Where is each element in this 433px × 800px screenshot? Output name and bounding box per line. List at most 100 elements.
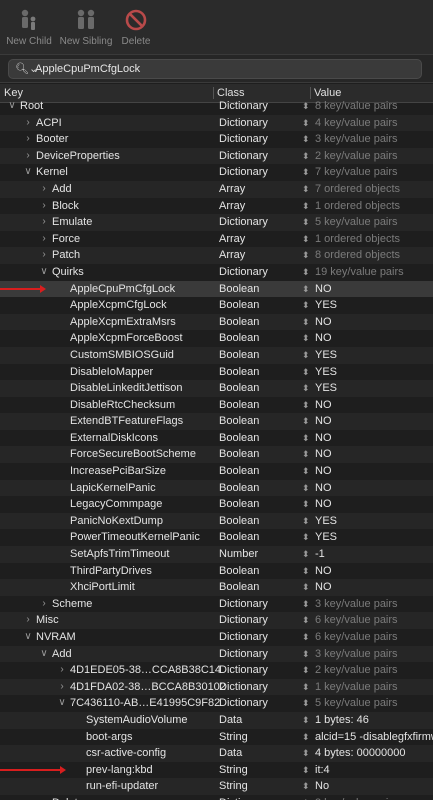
row-key[interactable]: Kernel bbox=[36, 164, 68, 181]
table-row[interactable]: IncreasePciBarSize Boolean ⬍ NO bbox=[0, 463, 433, 480]
table-row[interactable]: run-efi-updater String ⬍ No bbox=[0, 778, 433, 795]
row-value[interactable]: YES bbox=[315, 347, 337, 364]
disclosure-open-icon[interactable]: ∨ bbox=[6, 98, 18, 115]
search-input[interactable] bbox=[35, 61, 415, 76]
row-key[interactable]: IncreasePciBarSize bbox=[70, 463, 166, 480]
row-key[interactable]: NVRAM bbox=[36, 629, 76, 646]
row-key[interactable]: AppleCpuPmCfgLock bbox=[70, 281, 175, 298]
row-key[interactable]: LapicKernelPanic bbox=[70, 480, 156, 497]
row-value[interactable]: 4 bytes: 00000000 bbox=[315, 745, 406, 762]
row-class[interactable]: Boolean bbox=[219, 563, 259, 580]
table-row[interactable]: DisableRtcChecksum Boolean ⬍ NO bbox=[0, 397, 433, 414]
row-key[interactable]: Force bbox=[52, 231, 80, 248]
row-key[interactable]: DisableRtcChecksum bbox=[70, 397, 175, 414]
row-value[interactable]: YES bbox=[315, 513, 337, 530]
row-key[interactable]: Booter bbox=[36, 131, 68, 148]
table-row[interactable]: DisableIoMapper Boolean ⬍ YES bbox=[0, 364, 433, 381]
disclosure-closed-icon[interactable]: › bbox=[56, 662, 68, 679]
row-class[interactable]: Array bbox=[219, 198, 245, 215]
table-row[interactable]: SetApfsTrimTimeout Number ⬍ -1 bbox=[0, 546, 433, 563]
row-class[interactable]: Boolean bbox=[219, 297, 259, 314]
row-class[interactable]: Dictionary bbox=[219, 795, 268, 800]
row-key[interactable]: run-efi-updater bbox=[86, 778, 158, 795]
table-row[interactable]: LapicKernelPanic Boolean ⬍ NO bbox=[0, 479, 433, 497]
row-class[interactable]: Dictionary bbox=[219, 98, 268, 115]
row-class[interactable]: Data bbox=[219, 712, 242, 729]
row-key[interactable]: Quirks bbox=[52, 264, 84, 281]
disclosure-closed-icon[interactable]: › bbox=[22, 612, 34, 629]
row-key[interactable]: AppleXcpmCfgLock bbox=[70, 297, 167, 314]
table-row[interactable]: ExternalDiskIcons Boolean ⬍ NO bbox=[0, 430, 433, 447]
row-value[interactable]: 3 key/value pairs bbox=[315, 646, 398, 663]
row-key[interactable]: ThirdPartyDrives bbox=[70, 563, 152, 580]
row-class[interactable]: Boolean bbox=[219, 529, 259, 546]
table-row[interactable]: DisableLinkeditJettison Boolean ⬍ YES bbox=[0, 380, 433, 397]
row-class[interactable]: Boolean bbox=[219, 496, 259, 513]
row-class[interactable]: Dictionary bbox=[219, 695, 268, 712]
row-key[interactable]: LegacyCommpage bbox=[70, 496, 162, 513]
row-key[interactable]: Add bbox=[52, 646, 72, 663]
table-row[interactable]: ∨ Kernel Dictionary ⬍ 7 key/value pairs bbox=[0, 164, 433, 181]
table-row[interactable]: LegacyCommpage Boolean ⬍ NO bbox=[0, 496, 433, 513]
table-row[interactable]: boot-args String ⬍ alcid=15 -disablegfxfirm… bbox=[0, 729, 433, 746]
row-class[interactable]: Boolean bbox=[219, 347, 259, 364]
row-class[interactable]: Boolean bbox=[219, 397, 259, 414]
row-key[interactable]: DisableIoMapper bbox=[70, 364, 153, 381]
row-value[interactable]: 6 key/value pairs bbox=[315, 612, 398, 629]
table-row[interactable]: › 4D1FDA02-38…BCCA8B30102 Dictionary ⬍ 1 key… bbox=[0, 678, 433, 696]
row-value[interactable]: NO bbox=[315, 463, 332, 480]
table-row[interactable]: ∨ Quirks Dictionary ⬍ 19 key/value pairs bbox=[0, 264, 433, 281]
row-class[interactable]: Array bbox=[219, 231, 245, 248]
row-class[interactable]: Dictionary bbox=[219, 214, 268, 231]
row-class[interactable]: Dictionary bbox=[219, 596, 268, 613]
table-row[interactable]: XhciPortLimit Boolean ⬍ NO bbox=[0, 579, 433, 596]
table-row[interactable]: ›Delete Dictionary ⬍ 3 key/value pairs bbox=[0, 795, 433, 800]
table-row[interactable]: › Misc Dictionary ⬍ 6 key/value pairs bbox=[0, 612, 433, 629]
row-value[interactable]: 8 ordered objects bbox=[315, 247, 400, 264]
row-value[interactable]: NO bbox=[315, 330, 332, 347]
table-row[interactable]: ∨ Root Dictionary ⬍ 8 key/value pairs bbox=[0, 98, 433, 115]
row-key[interactable]: AppleXcpmForceBoost bbox=[70, 330, 183, 347]
new-sibling-button[interactable]: New Sibling bbox=[58, 8, 114, 47]
row-key[interactable]: ForceSecureBootScheme bbox=[70, 446, 196, 463]
disclosure-open-icon[interactable]: ∨ bbox=[38, 264, 50, 281]
table-row[interactable]: › 4D1EDE05-38…CCA8B38C14 Dictionary ⬍ 2 key/… bbox=[0, 662, 433, 679]
row-value[interactable]: NO bbox=[315, 563, 332, 580]
disclosure-closed-icon[interactable]: › bbox=[38, 795, 50, 800]
row-value[interactable]: NO bbox=[315, 281, 332, 298]
row-class[interactable]: Boolean bbox=[219, 513, 259, 530]
row-value[interactable]: 7 ordered objects bbox=[315, 181, 400, 198]
table-row[interactable]: ∨ NVRAM Dictionary ⬍ 6 key/value pairs bbox=[0, 629, 433, 646]
row-class[interactable]: Dictionary bbox=[219, 679, 268, 696]
row-class[interactable]: Number bbox=[219, 546, 258, 563]
row-key[interactable]: CustomSMBIOSGuid bbox=[70, 347, 174, 364]
row-value[interactable]: 1 bytes: 46 bbox=[315, 712, 369, 729]
row-key[interactable]: Emulate bbox=[52, 214, 92, 231]
row-value[interactable]: 2 key/value pairs bbox=[315, 662, 398, 679]
row-class[interactable]: Array bbox=[219, 247, 245, 264]
table-row[interactable]: ForceSecureBootScheme Boolean ⬍ NO bbox=[0, 446, 433, 464]
row-class[interactable]: Boolean bbox=[219, 579, 259, 596]
table-row[interactable]: › Add Array ⬍ 7 ordered objects bbox=[0, 180, 433, 198]
row-key[interactable]: DeviceProperties bbox=[36, 148, 120, 165]
row-value[interactable]: NO bbox=[315, 430, 332, 447]
table-row[interactable]: › Block Array ⬍ 1 ordered objects bbox=[0, 198, 433, 215]
table-row[interactable]: PanicNoKextDump Boolean ⬍ YES bbox=[0, 512, 433, 530]
row-class[interactable]: Boolean bbox=[219, 330, 259, 347]
disclosure-open-icon[interactable]: ∨ bbox=[22, 629, 34, 646]
disclosure-closed-icon[interactable]: › bbox=[56, 679, 68, 696]
row-value[interactable]: NO bbox=[315, 397, 332, 414]
table-row[interactable]: SystemAudioVolume Data ⬍ 1 bytes: 46 bbox=[0, 711, 433, 729]
row-value[interactable]: 5 key/value pairs bbox=[315, 695, 398, 712]
row-value[interactable]: -1 bbox=[315, 546, 325, 563]
table-row[interactable]: ∨ Add Dictionary ⬍ 3 key/value pairs bbox=[0, 645, 433, 663]
row-value[interactable]: NO bbox=[315, 446, 332, 463]
disclosure-closed-icon[interactable]: › bbox=[22, 115, 34, 132]
table-row[interactable]: › Scheme Dictionary ⬍ 3 key/value pairs bbox=[0, 596, 433, 613]
row-key[interactable]: boot-args bbox=[86, 729, 132, 746]
table-row[interactable]: AppleXcpmForceBoost Boolean ⬍ NO bbox=[0, 330, 433, 347]
row-key[interactable]: 4D1EDE05-38…CCA8B38C14 bbox=[70, 662, 221, 679]
disclosure-closed-icon[interactable]: › bbox=[38, 596, 50, 613]
search-field[interactable]: 🔍︎⌄ bbox=[8, 59, 422, 79]
row-value[interactable]: 1 ordered objects bbox=[315, 231, 400, 248]
